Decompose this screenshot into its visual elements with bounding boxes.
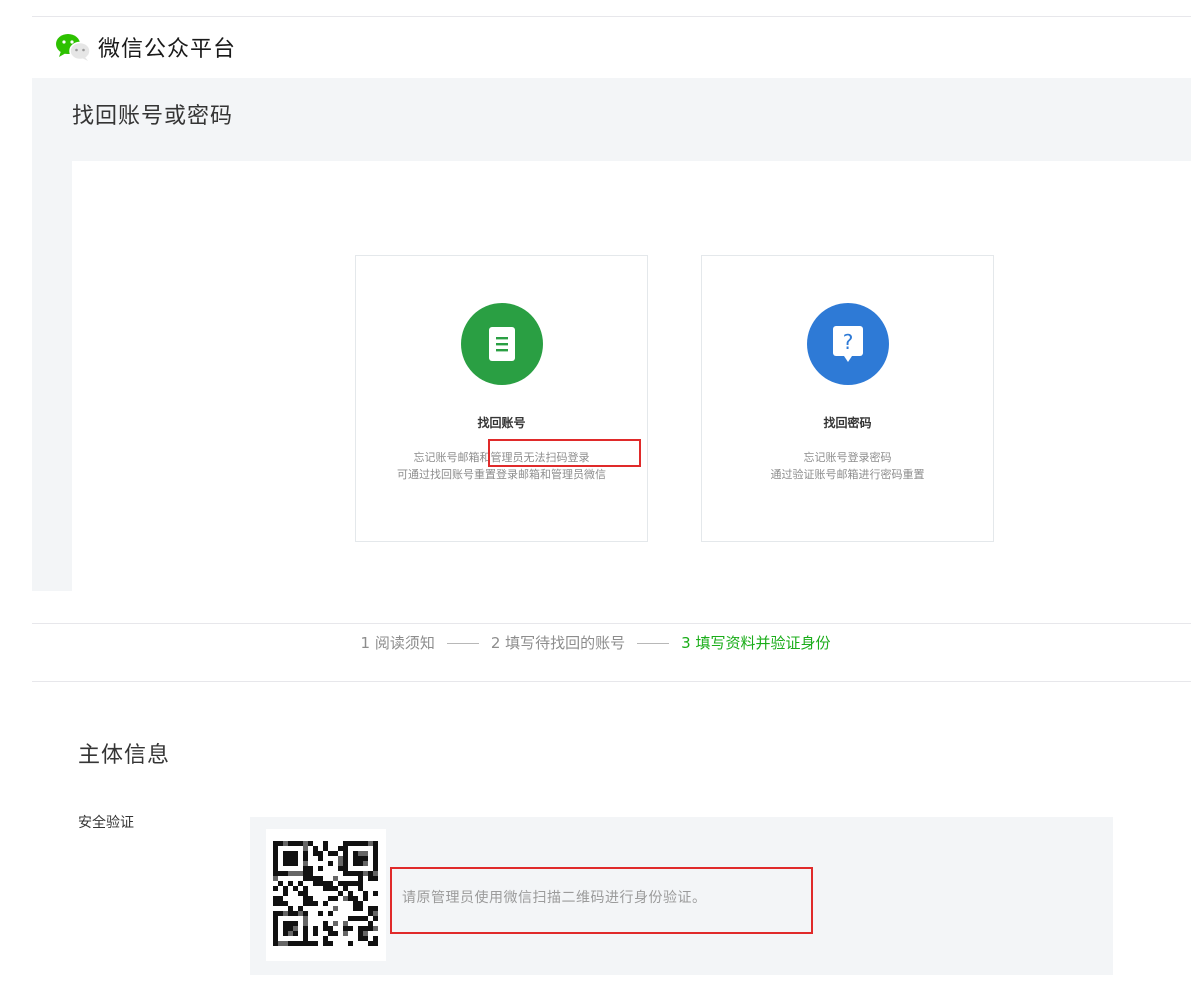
recover-account-card[interactable]: 找回账号 忘记账号邮箱和管理员无法扫码登录 可通过找回账号重置登录邮箱和管理员微…: [355, 255, 648, 542]
recover-password-card[interactable]: ? 找回密码 忘记账号登录密码 通过验证账号邮箱进行密码重置: [701, 255, 994, 542]
header-brand[interactable]: 微信公众平台: [54, 30, 236, 64]
step-connector: [637, 643, 670, 644]
brand-title: 微信公众平台: [98, 37, 237, 62]
subject-info-title: 主体信息: [78, 743, 171, 768]
recover-account-desc-line2: 可通过找回账号重置登录邮箱和管理员微信: [397, 468, 606, 481]
recover-password-desc-line2: 通过验证账号邮箱进行密码重置: [770, 468, 925, 481]
step-3-active: 3 填写资料并验证身份: [681, 634, 831, 652]
header-divider: [32, 16, 1191, 17]
wechat-logo-icon: [54, 31, 92, 63]
step-1: 1 阅读须知: [360, 634, 435, 652]
svg-text:?: ?: [843, 330, 854, 354]
step-2: 2 填写待找回的账号: [490, 634, 626, 652]
steps-divider-top: [32, 623, 1191, 624]
recover-password-desc-line1: 忘记账号登录密码: [803, 451, 892, 464]
recover-account-title: 找回账号: [477, 416, 526, 430]
recover-password-desc: 忘记账号登录密码 通过验证账号邮箱进行密码重置: [702, 449, 993, 483]
step-connector: [446, 643, 479, 644]
highlight-box-verify: [390, 867, 813, 934]
qr-code-icon[interactable]: [266, 829, 386, 961]
question-bubble-icon: ?: [807, 303, 889, 385]
document-icon: [461, 303, 543, 385]
steps-divider-bottom: [32, 681, 1191, 682]
highlight-box-account: [488, 439, 641, 467]
recover-panel-title: 找回账号或密码: [72, 104, 234, 129]
step-indicator: 1 阅读须知 2 填写待找回的账号 3 填写资料并验证身份: [0, 632, 1191, 653]
recover-password-title: 找回密码: [823, 416, 872, 430]
security-verify-label: 安全验证: [78, 815, 134, 831]
